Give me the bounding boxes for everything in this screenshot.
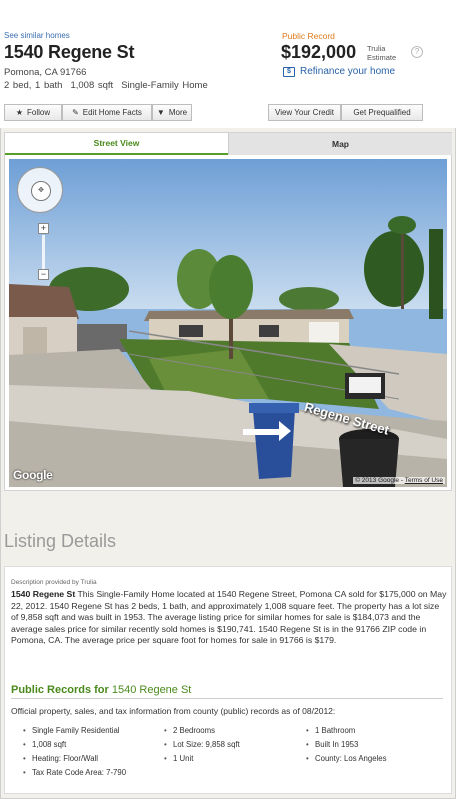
sqft: 1,008 sqft xyxy=(70,80,114,91)
listing-details-heading: Listing Details xyxy=(4,531,117,551)
google-logo: Google xyxy=(13,468,53,482)
divider xyxy=(11,698,443,699)
get-prequalified-button[interactable]: Get Prequalified xyxy=(341,104,423,121)
map-copyright: © 2013 Google - Terms of Use xyxy=(353,477,445,484)
attribute-item: 1 Unit xyxy=(164,754,194,763)
pencil-icon: ✎ xyxy=(72,108,79,117)
home-type: Single-Family Home xyxy=(121,80,208,91)
property-facts: 2 bed, 1 bath 1,008 sqft Single-Family Hom… xyxy=(4,80,208,91)
view-credit-button[interactable]: View Your Credit xyxy=(268,104,341,121)
attribute-item: Lot Size: 9,858 sqft xyxy=(164,740,240,749)
compass-icon[interactable]: ✥ xyxy=(31,181,51,201)
follow-label: Follow xyxy=(27,108,51,117)
beds-baths: 2 bed, 1 bath xyxy=(4,80,63,91)
street-view-image[interactable]: ✥ + − Regene Street Google © 2013 Google… xyxy=(9,159,447,487)
description-source: Description provided by Trulia xyxy=(11,579,97,586)
star-icon: ★ xyxy=(15,108,24,117)
property-header: See similar homes 1540 Regene St Pomona,… xyxy=(0,0,456,128)
estimate-price: $192,000 xyxy=(281,42,357,62)
description-address: 1540 Regene St xyxy=(11,589,76,599)
estimate-label-line1: Trulia xyxy=(367,44,386,53)
attribute-item: Heating: Floor/Wall xyxy=(23,754,98,763)
attribute-item: 1 Bathroom xyxy=(306,726,355,735)
terms-of-use-link[interactable]: Terms of Use xyxy=(405,477,443,484)
property-city: Pomona, CA 91766 xyxy=(4,67,87,78)
help-icon[interactable]: ? xyxy=(411,46,423,58)
listing-details-panel: Description provided by Trulia 1540 Rege… xyxy=(4,566,452,794)
zoom-in-button[interactable]: + xyxy=(38,223,49,234)
calculator-icon: $ xyxy=(283,67,295,77)
attribute-item: Tax Rate Code Area: 7-790 xyxy=(23,768,126,777)
more-label: More xyxy=(168,108,188,117)
pan-control[interactable]: ✥ xyxy=(17,167,63,213)
property-address: 1540 Regene St xyxy=(4,42,135,62)
follow-button[interactable]: ★ Follow xyxy=(4,104,62,121)
public-records-heading: Public Records for 1540 Regene St xyxy=(11,684,191,696)
public-record-label: Public Record xyxy=(282,31,335,41)
attribute-item: Single Family Residential xyxy=(23,726,120,735)
public-records-title: Public Records for xyxy=(11,684,109,696)
street-view-panel: Street View Map ✥ + − Regene Street Goog… xyxy=(4,132,452,491)
zoom-out-button[interactable]: − xyxy=(38,269,49,280)
edit-label: Edit Home Facts xyxy=(82,108,142,117)
trulia-estimate-label: Trulia Estimate xyxy=(367,44,396,62)
edit-home-facts-button[interactable]: ✎ Edit Home Facts xyxy=(62,104,152,121)
street-scene xyxy=(9,159,447,487)
attribute-item: County: Los Angeles xyxy=(306,754,386,763)
attribute-item: 2 Bedrooms xyxy=(164,726,215,735)
listing-description: 1540 Regene St This Single-Family Home l… xyxy=(11,589,447,647)
copyright-text: © 2013 Google xyxy=(355,477,400,484)
public-records-address: 1540 Regene St xyxy=(111,684,192,696)
refinance-link[interactable]: Refinance your home xyxy=(300,66,395,77)
estimate-label-line2: Estimate xyxy=(367,53,397,62)
see-similar-homes-link[interactable]: See similar homes xyxy=(4,31,70,40)
attribute-item: 1,008 sqft xyxy=(23,740,66,749)
tab-map[interactable]: Map xyxy=(228,133,452,155)
caret-down-icon: ▼ xyxy=(156,108,165,117)
description-body: This Single-Family Home located at 1540 … xyxy=(11,589,447,646)
tab-street-view[interactable]: Street View xyxy=(5,133,228,155)
public-records-intro: Official property, sales, and tax inform… xyxy=(11,706,336,716)
attribute-item: Built In 1953 xyxy=(306,740,358,749)
zoom-slider[interactable] xyxy=(42,235,45,269)
more-dropdown-button[interactable]: ▼ More xyxy=(152,104,192,121)
